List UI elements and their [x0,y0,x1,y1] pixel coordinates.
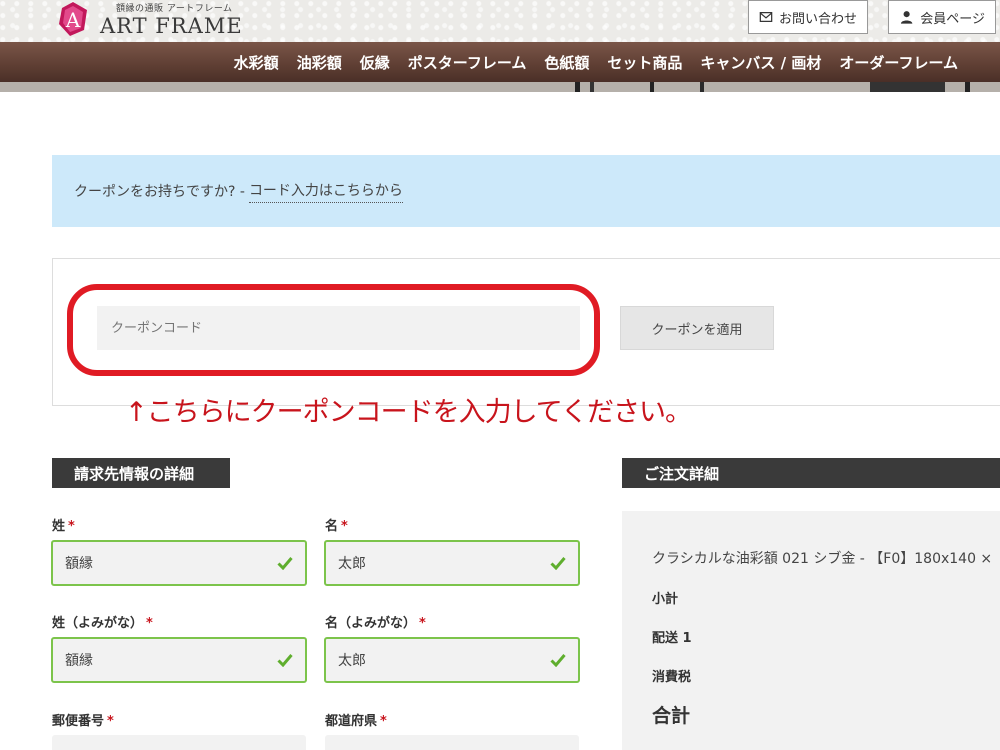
required-mark: * [68,519,75,534]
coupon-notice: クーポンをお持ちですか? - コード入力はこちらから [52,155,1000,227]
check-icon [277,557,293,570]
nav-item-canvas-supplies[interactable]: キャンバス / 画材 [700,52,821,73]
logo-text: ART FRAME [100,14,243,38]
last-name-kana-value: 額縁 [65,653,93,669]
check-icon [277,654,293,667]
order-section-title: ご注文詳細 [622,458,1000,488]
last-name-value: 額縁 [65,556,93,572]
nav-item-poster-frame[interactable]: ポスターフレーム [408,52,527,73]
nav-item-order-frame[interactable]: オーダーフレーム [839,52,958,73]
member-page-button[interactable]: 会員ページ [888,0,996,34]
first-name-kana-label-text: 名（よみがな） [325,616,417,631]
mail-icon [759,12,773,22]
shipping-label: 配送 1 [652,631,692,646]
first-name-kana-field[interactable]: 太郎 [324,637,580,683]
postcode-label-text: 郵便番号 [52,714,105,729]
coupon-notice-text: クーポンをお持ちですか? - [74,184,245,200]
check-icon [550,654,566,667]
top-bar: A 額縁の通販 アートフレーム ART FRAME お問い合わせ 会員ページ [0,0,1000,42]
first-name-kana-label: 名（よみがな） * [325,612,426,631]
coupon-code-input[interactable] [97,306,580,350]
check-icon [550,557,566,570]
last-name-field[interactable]: 額縁 [51,540,307,586]
site-logo[interactable]: A 額縁の通販 アートフレーム ART FRAME [50,0,243,42]
logo-mark-icon: A [59,2,87,36]
first-name-field[interactable]: 太郎 [324,540,580,586]
member-label: 会員ページ [920,11,985,27]
hero-image-strip [0,82,1000,92]
last-name-label: 姓 * [52,515,75,534]
nav-item-temporary-frame[interactable]: 仮縁 [360,52,390,73]
required-mark: * [146,616,153,631]
last-name-kana-field[interactable]: 額縁 [51,637,307,683]
postcode-label: 郵便番号 * [52,710,114,729]
order-product-line: クラシカルな油彩額 021 シブ金 - 【F0】180x140 × [652,551,993,567]
prefecture-field[interactable] [325,735,579,750]
first-name-kana-value: 太郎 [338,653,366,669]
nav-item-shikishi-frame[interactable]: 色紙額 [544,52,589,73]
first-name-label: 名 * [325,515,348,534]
user-icon [900,11,913,24]
nav-item-watercolor-frame[interactable]: 水彩額 [234,52,279,73]
required-mark: * [341,519,348,534]
coupon-annotation: ↑こちらにクーポンコードを入力してください。 [125,397,692,428]
first-name-label-text: 名 [325,519,339,534]
contact-button[interactable]: お問い合わせ [748,0,868,34]
subtotal-label: 小計 [652,592,679,607]
logo-subtitle: 額縁の通販 アートフレーム [116,4,233,14]
required-mark: * [107,714,114,729]
required-mark: * [419,616,426,631]
nav-item-oil-frame[interactable]: 油彩額 [297,52,342,73]
coupon-code-link[interactable]: コード入力はこちらから [248,180,403,203]
first-name-value: 太郎 [338,556,366,572]
svg-text:A: A [65,8,81,32]
required-mark: * [380,714,387,729]
main-nav: 水彩額 油彩額 仮縁 ポスターフレーム 色紙額 セット商品 キャンバス / 画材… [0,42,1000,82]
tax-label: 消費税 [652,670,692,685]
apply-coupon-button[interactable]: クーポンを適用 [620,306,774,350]
last-name-kana-label: 姓（よみがな） * [52,612,153,631]
prefecture-label: 都道府県 * [325,710,387,729]
nav-items: 水彩額 油彩額 仮縁 ポスターフレーム 色紙額 セット商品 キャンバス / 画材… [234,42,958,82]
last-name-label-text: 姓 [52,519,66,534]
nav-item-set-products[interactable]: セット商品 [607,52,682,73]
total-label: 合計 [652,705,691,727]
billing-section-title: 請求先情報の詳細 [52,458,230,488]
last-name-kana-label-text: 姓（よみがな） [52,616,144,631]
postcode-field[interactable] [52,735,306,750]
prefecture-label-text: 都道府県 [325,714,378,729]
contact-label: お問い合わせ [778,11,857,27]
